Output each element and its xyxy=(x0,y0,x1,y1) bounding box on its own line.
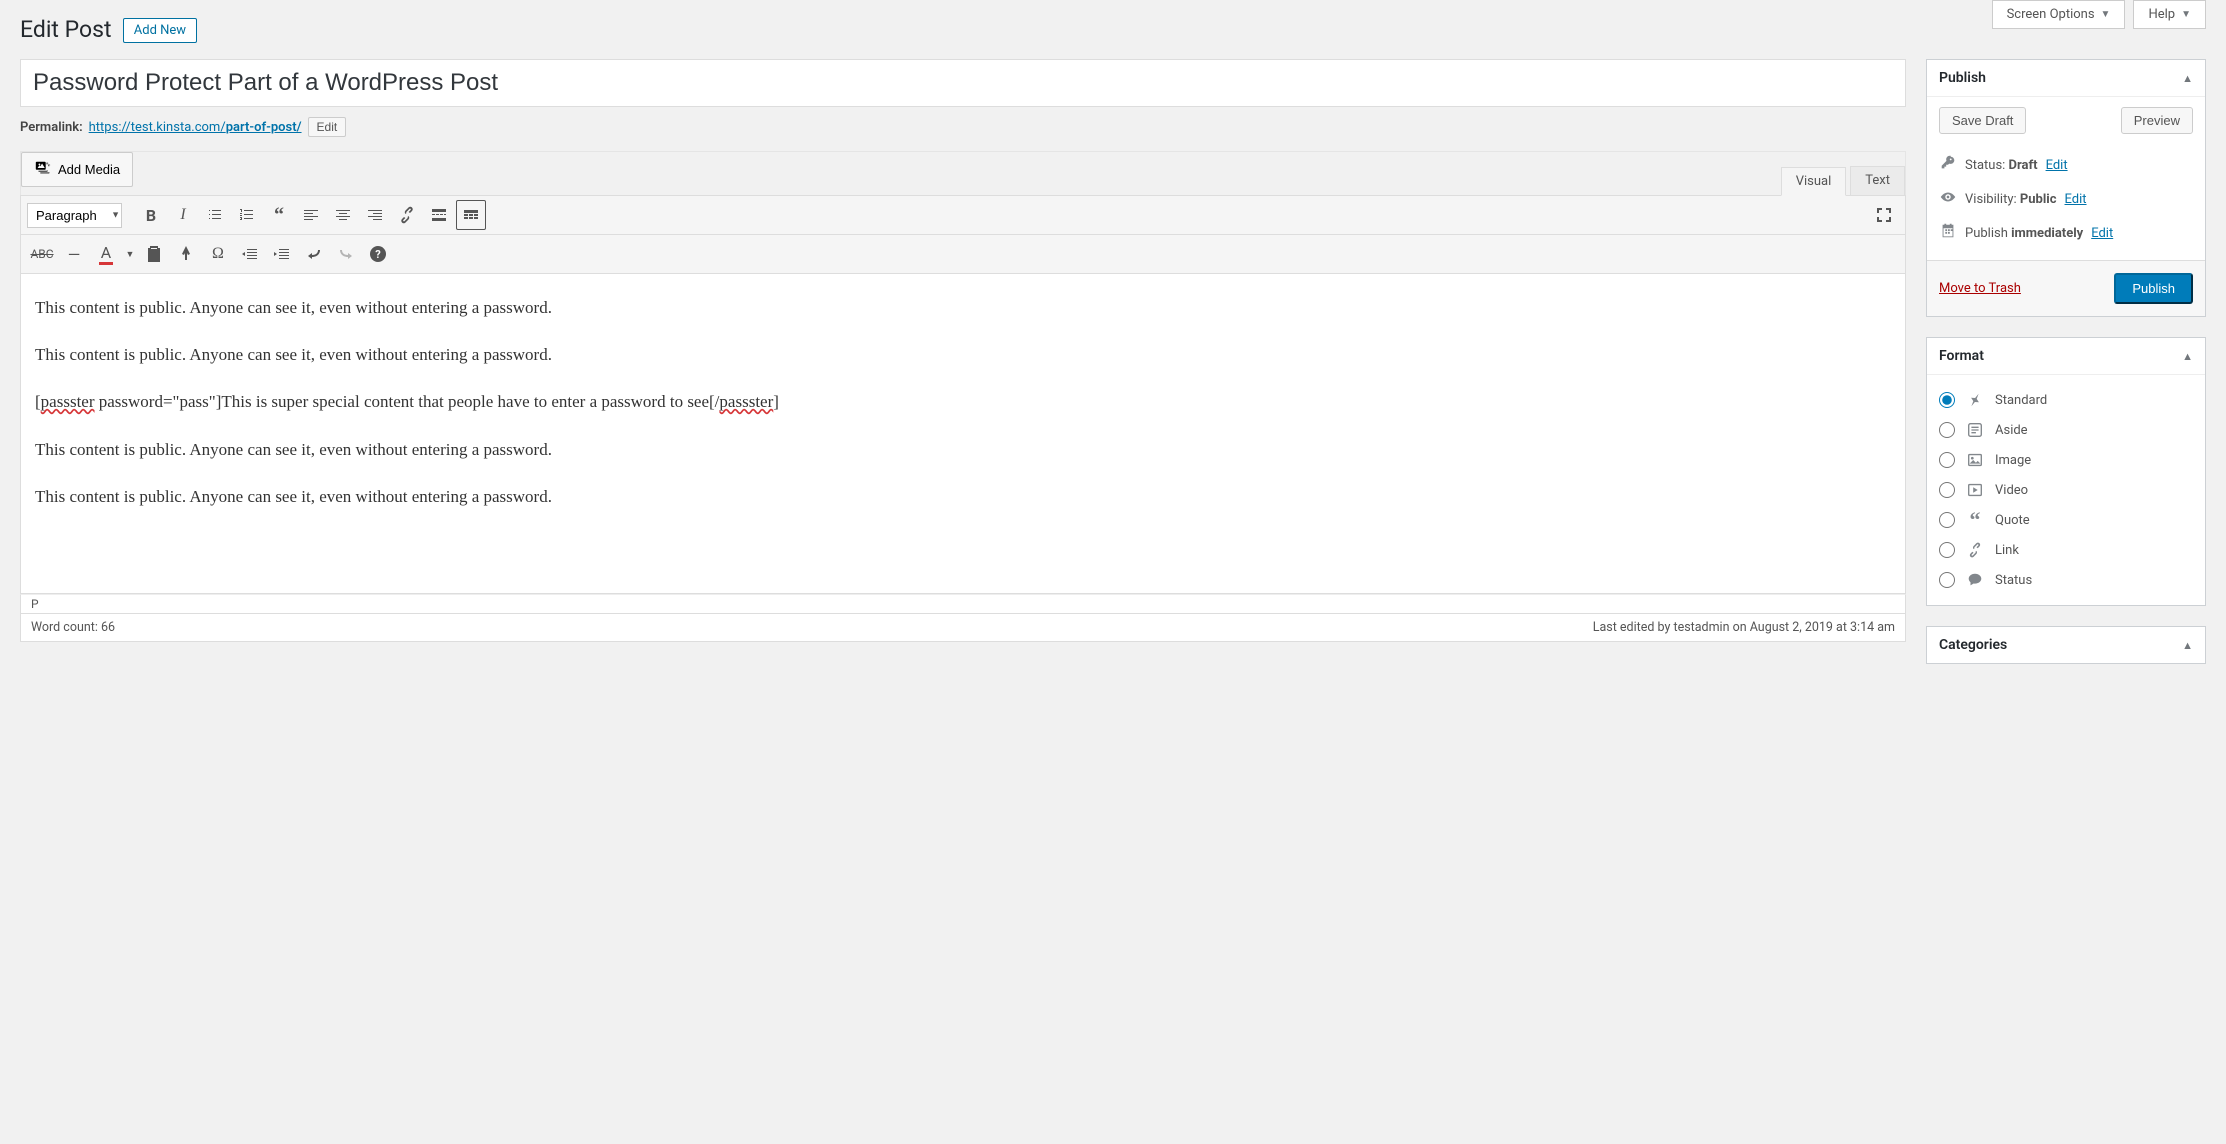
svg-text:?: ? xyxy=(375,248,381,261)
format-radio-video[interactable] xyxy=(1939,482,1955,498)
caret-down-icon: ▼ xyxy=(2101,9,2111,20)
content-paragraph: This content is public. Anyone can see i… xyxy=(35,483,1891,510)
readmore-button[interactable] xyxy=(424,200,454,230)
caret-down-icon: ▼ xyxy=(2181,9,2191,20)
edit-permalink-button[interactable]: Edit xyxy=(308,117,347,137)
format-label: Image xyxy=(1995,453,2031,468)
format-radio-aside[interactable] xyxy=(1939,422,1955,438)
paste-text-button[interactable] xyxy=(139,239,169,269)
page-title: Edit Post xyxy=(20,10,112,49)
collapse-icon: ▲ xyxy=(2182,350,2193,363)
format-label: Link xyxy=(1995,543,2019,558)
format-radio-status[interactable] xyxy=(1939,572,1955,588)
save-draft-button[interactable]: Save Draft xyxy=(1939,107,2026,134)
italic-button[interactable]: I xyxy=(168,200,198,230)
publish-box: Publish ▲ Save Draft Preview Status: Dra… xyxy=(1926,59,2206,317)
edit-visibility-link[interactable]: Edit xyxy=(2065,192,2087,207)
content-paragraph: This content is public. Anyone can see i… xyxy=(35,436,1891,463)
word-count: Word count: 66 xyxy=(31,620,115,635)
align-right-button[interactable] xyxy=(360,200,390,230)
format-label: Aside xyxy=(1995,423,2028,438)
help-button[interactable]: Help ▼ xyxy=(2133,0,2206,29)
publish-title: Publish xyxy=(1939,70,1986,86)
media-icon xyxy=(34,159,52,180)
undo-button[interactable] xyxy=(299,239,329,269)
format-box-header[interactable]: Format ▲ xyxy=(1927,338,2205,375)
preview-button[interactable]: Preview xyxy=(2121,107,2193,134)
format-radio-link[interactable] xyxy=(1939,542,1955,558)
image-icon xyxy=(1965,450,1985,470)
tab-text[interactable]: Text xyxy=(1850,166,1905,195)
collapse-icon: ▲ xyxy=(2182,639,2193,652)
quote-icon: “ xyxy=(1965,510,1985,530)
categories-title: Categories xyxy=(1939,637,2007,653)
edit-status-link[interactable]: Edit xyxy=(2046,158,2068,173)
blockquote-button[interactable]: “ xyxy=(264,200,294,230)
redo-button[interactable] xyxy=(331,239,361,269)
hr-button[interactable]: — xyxy=(59,239,89,269)
edit-schedule-link[interactable]: Edit xyxy=(2091,226,2113,241)
content-paragraph: This content is public. Anyone can see i… xyxy=(35,294,1891,321)
permalink-url[interactable]: https://test.kinsta.com/part-of-post/ xyxy=(89,120,302,135)
element-path: P xyxy=(20,594,1906,614)
content-paragraph: [passster password="pass"]This is super … xyxy=(35,388,1891,415)
calendar-icon xyxy=(1939,222,1957,244)
indent-button[interactable] xyxy=(267,239,297,269)
categories-box: Categories ▲ xyxy=(1926,626,2206,664)
status-icon xyxy=(1965,570,1985,590)
block-format-select[interactable]: Paragraph xyxy=(27,203,122,228)
visibility-icon xyxy=(1939,188,1957,210)
format-label: Quote xyxy=(1995,513,2030,528)
publish-button[interactable]: Publish xyxy=(2114,273,2193,304)
special-char-button[interactable]: Ω xyxy=(203,239,233,269)
align-center-button[interactable] xyxy=(328,200,358,230)
collapse-icon: ▲ xyxy=(2182,72,2193,85)
format-radio-image[interactable] xyxy=(1939,452,1955,468)
permalink-label: Permalink: xyxy=(20,120,83,135)
video-icon xyxy=(1965,480,1985,500)
bold-button[interactable]: B xyxy=(136,200,166,230)
link-icon xyxy=(1965,540,1985,560)
tab-visual[interactable]: Visual xyxy=(1781,167,1847,196)
help-label: Help xyxy=(2148,7,2175,22)
textcolor-dropdown-icon[interactable]: ▼ xyxy=(123,239,137,269)
editor-content[interactable]: This content is public. Anyone can see i… xyxy=(20,274,1906,594)
last-edited: Last edited by testadmin on August 2, 20… xyxy=(1593,620,1895,635)
move-to-trash-link[interactable]: Move to Trash xyxy=(1939,281,2021,296)
align-left-button[interactable] xyxy=(296,200,326,230)
format-label: Status xyxy=(1995,573,2032,588)
format-box: Format ▲ Standard Aside xyxy=(1926,337,2206,606)
link-button[interactable] xyxy=(392,200,422,230)
screen-options-button[interactable]: Screen Options ▼ xyxy=(1992,0,2126,29)
post-title-input[interactable] xyxy=(20,59,1906,107)
outdent-button[interactable] xyxy=(235,239,265,269)
fullscreen-button[interactable] xyxy=(1869,200,1899,230)
screen-options-label: Screen Options xyxy=(2007,7,2095,22)
help-icon-button[interactable]: ? xyxy=(363,239,393,269)
toolbar-toggle-button[interactable] xyxy=(456,200,486,230)
content-paragraph: This content is public. Anyone can see i… xyxy=(35,341,1891,368)
textcolor-button[interactable]: A xyxy=(91,239,121,269)
publish-box-header[interactable]: Publish ▲ xyxy=(1927,60,2205,97)
categories-box-header[interactable]: Categories ▲ xyxy=(1927,627,2205,663)
format-label: Standard xyxy=(1995,393,2047,408)
format-title: Format xyxy=(1939,348,1984,364)
pin-icon xyxy=(1965,390,1985,410)
format-radio-quote[interactable] xyxy=(1939,512,1955,528)
key-icon xyxy=(1939,154,1957,176)
add-new-button[interactable]: Add New xyxy=(123,18,197,43)
format-label: Video xyxy=(1995,483,2028,498)
clear-formatting-button[interactable] xyxy=(171,239,201,269)
strikethrough-button[interactable]: ABC xyxy=(27,239,57,269)
add-media-button[interactable]: Add Media xyxy=(21,152,133,187)
numbered-list-button[interactable] xyxy=(232,200,262,230)
aside-icon xyxy=(1965,420,1985,440)
bullet-list-button[interactable] xyxy=(200,200,230,230)
format-radio-standard[interactable] xyxy=(1939,392,1955,408)
